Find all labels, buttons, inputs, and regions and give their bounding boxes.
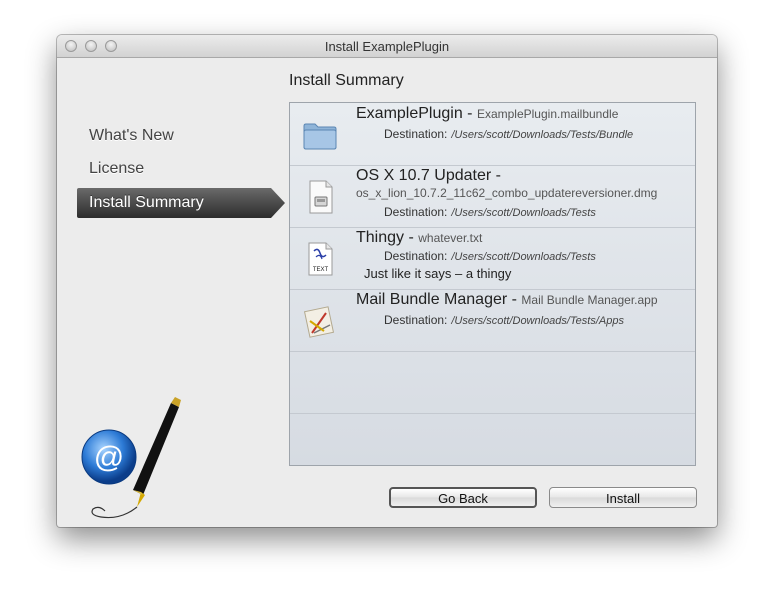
item-name: Thingy - whatever.txt xyxy=(356,229,483,246)
list-item[interactable]: Mail Bundle Manager - Mail Bundle Manage… xyxy=(290,289,695,352)
app-icon xyxy=(303,306,335,338)
sidebar-item-whats-new[interactable]: What's New xyxy=(77,121,287,151)
window-title: Install ExamplePlugin xyxy=(324,39,450,54)
item-destination: Destination:/Users/scott/Downloads/Tests… xyxy=(384,127,634,141)
install-items-list[interactable]: ExamplePlugin - ExamplePlugin.mailbundle… xyxy=(289,102,696,466)
text-icon-label: TEXT xyxy=(313,267,329,273)
mail-pen-logo-icon: @ xyxy=(71,395,181,525)
install-summary-title: Install Summary xyxy=(289,72,404,89)
item-file: os_x_lion_10.7.2_11c62_combo_updaterever… xyxy=(356,186,658,200)
item-file: ExamplePlugin.mailbundle xyxy=(476,107,619,121)
item-destination: Destination:/Users/scott/Downloads/Tests… xyxy=(384,313,624,327)
svg-text:@: @ xyxy=(94,441,124,474)
item-name: OS X 10.7 Updater - xyxy=(356,167,501,184)
sidebar-item-label: What's New xyxy=(89,127,174,144)
text-file-icon: TEXT xyxy=(308,242,333,276)
item-destination: Destination:/Users/scott/Downloads/Tests xyxy=(384,249,596,263)
install-button[interactable]: Install xyxy=(549,487,697,508)
title-bar: Install ExamplePlugin xyxy=(57,35,717,58)
sidebar-item-install-summary[interactable]: Install Summary xyxy=(77,188,287,218)
installer-window: Install ExamplePlugin What's New License… xyxy=(57,35,717,527)
go-back-button[interactable]: Go Back xyxy=(389,487,537,508)
item-name: ExamplePlugin - ExamplePlugin.mailbundle xyxy=(356,105,619,122)
item-file: whatever.txt xyxy=(418,231,483,245)
item-description: Just like it says – a thingy xyxy=(364,266,512,281)
sidebar-item-label: License xyxy=(89,160,145,177)
sidebar-item-label: Install Summary xyxy=(89,194,204,211)
list-item[interactable]: ExamplePlugin - ExamplePlugin.mailbundle… xyxy=(290,103,695,166)
disk-image-icon xyxy=(309,180,333,214)
list-item[interactable]: TEXT Thingy - whatever.txt Destination: /… xyxy=(290,227,695,290)
list-item-empty xyxy=(290,351,695,414)
list-item[interactable]: OS X 10.7 Updater - os_x_lion_10.7.2_11c… xyxy=(290,165,695,228)
item-file: Mail Bundle Manager.app xyxy=(521,293,658,307)
sidebar-item-license[interactable]: License xyxy=(77,154,287,184)
item-destination: Destination:/Users/scott/Downloads/Tests xyxy=(384,205,596,219)
folder-icon xyxy=(303,123,337,150)
item-name: Mail Bundle Manager - Mail Bundle Manage… xyxy=(356,291,658,308)
